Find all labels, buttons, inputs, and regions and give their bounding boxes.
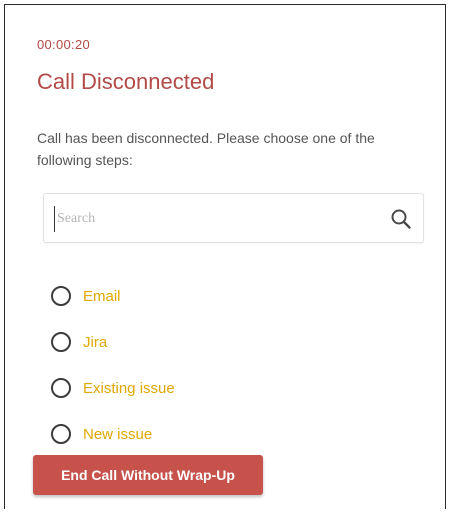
option-jira[interactable]: Jira xyxy=(51,319,175,365)
radio-button[interactable] xyxy=(51,378,71,398)
radio-button[interactable] xyxy=(51,424,71,444)
option-email[interactable]: Email xyxy=(51,273,175,319)
search-icon[interactable] xyxy=(389,207,413,231)
instructions-text: Call has been disconnected. Please choos… xyxy=(37,130,375,168)
option-existing-issue[interactable]: Existing issue xyxy=(51,365,175,411)
option-label: Existing issue xyxy=(83,379,175,397)
option-new-issue[interactable]: New issue xyxy=(51,411,175,457)
wrap-up-options: Email Jira Existing issue New issue xyxy=(51,273,175,457)
search-box xyxy=(43,193,424,243)
radio-button[interactable] xyxy=(51,286,71,306)
call-disconnected-panel: 00:00:20 Call Disconnected Call has been… xyxy=(4,4,446,509)
option-label: Email xyxy=(83,287,121,305)
option-label: Jira xyxy=(83,333,108,351)
page-title: Call Disconnected xyxy=(37,69,215,94)
end-call-without-wrap-up-button[interactable]: End Call Without Wrap-Up xyxy=(33,455,263,495)
option-label: New issue xyxy=(83,425,153,443)
radio-button[interactable] xyxy=(51,332,71,352)
search-input[interactable] xyxy=(54,206,379,232)
call-timer: 00:00:20 xyxy=(37,37,91,52)
